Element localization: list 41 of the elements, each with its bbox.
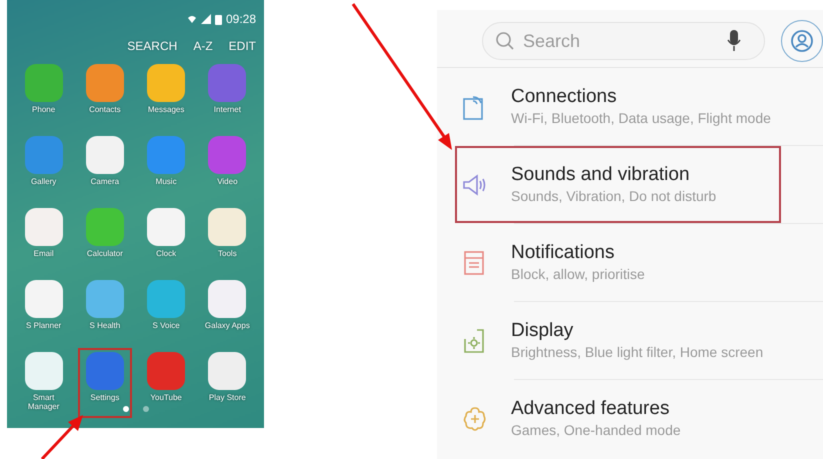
- search-field[interactable]: Search: [521, 26, 721, 56]
- battery-icon: [214, 14, 222, 24]
- app-shortcut[interactable]: Camera: [78, 132, 132, 202]
- app-shortcut[interactable]: S Voice: [140, 276, 193, 346]
- search-bar[interactable]: Search: [482, 22, 765, 60]
- app-shortcut[interactable]: YouTube: [140, 348, 193, 418]
- app-shortcut[interactable]: Email: [17, 204, 70, 274]
- search-icon: [495, 31, 515, 51]
- app-shortcut[interactable]: Galaxy Apps: [200, 276, 254, 346]
- app-shortcut[interactable]: Clock: [140, 204, 193, 274]
- profile-button[interactable]: [781, 20, 823, 62]
- person-icon: [790, 29, 814, 53]
- status-time: 09:28: [226, 11, 256, 28]
- app-shortcut[interactable]: S Planner: [17, 276, 70, 346]
- app-shortcut[interactable]: Video: [200, 132, 254, 202]
- action-link[interactable]: A-Z: [193, 37, 213, 55]
- app-shortcut[interactable]: Music: [140, 132, 193, 202]
- settings-item[interactable]: Display Brightness, Blue light filter, Home screen: [437, 302, 823, 379]
- action-link[interactable]: EDIT: [228, 37, 256, 55]
- settings-item[interactable]: Sounds and vibration Sounds, Vibration, Do not disturb: [455, 146, 781, 223]
- wifi-icon: [186, 14, 197, 24]
- app-shortcut[interactable]: S Health: [78, 276, 132, 346]
- app-shortcut[interactable]: Gallery: [17, 132, 70, 202]
- settings-item[interactable]: Notifications Block, allow, prioritise: [437, 224, 823, 301]
- annotation-arrow: [40, 415, 83, 459]
- app-shortcut[interactable]: Calculator: [78, 204, 132, 274]
- action-link[interactable]: SEARCH: [127, 37, 178, 55]
- signal-icon: [200, 14, 211, 24]
- app-shortcut[interactable]: Smart Manager: [17, 348, 70, 418]
- microphone-icon[interactable]: [727, 30, 741, 52]
- app-shortcut[interactable]: Play Store: [200, 348, 254, 418]
- app-shortcut[interactable]: Phone: [17, 60, 70, 130]
- app-shortcut[interactable]: Contacts: [78, 60, 132, 130]
- app-shortcut[interactable]: Tools: [200, 204, 254, 274]
- settings-item[interactable]: Advanced features Games, One-handed mode: [437, 380, 823, 457]
- app-shortcut[interactable]: Settings: [78, 348, 132, 418]
- settings-item[interactable]: Connections Wi-Fi, Bluetooth, Data usage, Flight mode: [437, 68, 823, 145]
- page-dot[interactable]: [142, 406, 148, 412]
- app-shortcut[interactable]: Internet: [200, 60, 254, 130]
- app-shortcut[interactable]: Messages: [140, 60, 193, 130]
- page-dot[interactable]: [122, 406, 128, 412]
